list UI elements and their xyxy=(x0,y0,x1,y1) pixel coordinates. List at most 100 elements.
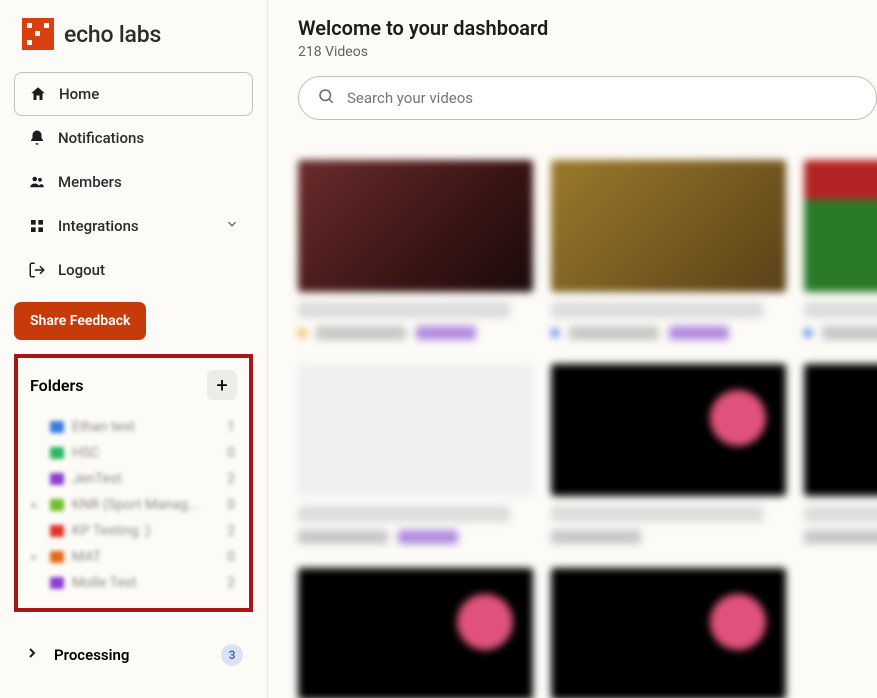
folders-title: Folders xyxy=(30,376,83,395)
nav-notifications-label: Notifications xyxy=(58,129,144,147)
video-badge xyxy=(398,530,458,544)
members-icon xyxy=(28,173,46,191)
video-title xyxy=(804,302,877,318)
video-thumbnail xyxy=(298,160,533,292)
video-meta xyxy=(298,326,533,340)
folder-item[interactable]: KP Testing :) 2 xyxy=(30,518,237,544)
sidebar: echo labs Home Notifications Members Int… xyxy=(0,0,268,698)
video-card[interactable] xyxy=(804,160,877,340)
folder-item[interactable]: Molle Test 2 xyxy=(30,570,237,596)
nav-logout[interactable]: Logout xyxy=(14,248,253,292)
nav-notifications[interactable]: Notifications xyxy=(14,116,253,160)
nav-home-label: Home xyxy=(59,85,99,103)
video-card[interactable] xyxy=(551,364,786,544)
folder-count: 0 xyxy=(227,549,235,565)
nav-integrations-label: Integrations xyxy=(58,217,139,235)
video-thumbnail xyxy=(298,568,533,698)
video-meta xyxy=(804,326,877,340)
nav-home[interactable]: Home xyxy=(14,72,253,116)
video-meta xyxy=(551,530,786,544)
search-bar[interactable] xyxy=(298,76,877,120)
folders-list: Ethan test 1 HSC 0 JenTest 2 ▸ KNR (Spor… xyxy=(30,414,237,596)
video-grid xyxy=(298,160,877,698)
folder-name: HSC xyxy=(72,445,99,461)
folder-count: 2 xyxy=(227,575,235,591)
video-card[interactable] xyxy=(298,364,533,544)
processing-count-badge: 3 xyxy=(221,644,243,666)
video-card[interactable] xyxy=(551,568,786,698)
folder-name: Ethan test xyxy=(72,419,135,435)
status-dot-icon xyxy=(298,329,306,337)
folder-item[interactable]: ▸ MAT 0 xyxy=(30,544,237,570)
main-content: Welcome to your dashboard 218 Videos xyxy=(268,0,877,698)
video-thumbnail xyxy=(804,160,877,292)
folders-header: Folders + xyxy=(30,370,237,400)
folder-item[interactable]: JenTest 2 xyxy=(30,466,237,492)
folder-icon xyxy=(50,577,64,589)
nav-members-label: Members xyxy=(58,173,122,191)
brand-icon xyxy=(22,18,54,50)
video-card[interactable] xyxy=(298,568,533,698)
video-thumbnail xyxy=(804,364,877,496)
folder-name: KNR (Sport Manag... xyxy=(72,497,199,513)
processing-row[interactable]: Processing 3 xyxy=(14,630,253,680)
folder-icon xyxy=(50,447,64,459)
share-feedback-button[interactable]: Share Feedback xyxy=(14,302,146,340)
caret-icon: ▸ xyxy=(32,552,42,563)
processing-label: Processing xyxy=(54,646,129,664)
folder-item[interactable]: Ethan test 1 xyxy=(30,414,237,440)
folder-count: 2 xyxy=(227,471,235,487)
folder-count: 2 xyxy=(227,523,235,539)
folder-count: 1 xyxy=(227,419,235,435)
folder-name: JenTest xyxy=(72,471,122,487)
video-thumbnail xyxy=(551,364,786,496)
video-thumbnail xyxy=(298,364,533,496)
folder-item[interactable]: HSC 0 xyxy=(30,440,237,466)
folder-icon xyxy=(50,421,64,433)
folder-name: KP Testing :) xyxy=(72,523,150,539)
status-dot-icon xyxy=(804,329,812,337)
brand-name: echo labs xyxy=(64,21,161,48)
folders-panel: Folders + Ethan test 1 HSC 0 JenTest 2 ▸… xyxy=(14,354,253,612)
folder-name: Molle Test xyxy=(72,575,137,591)
nav-logout-label: Logout xyxy=(58,261,105,279)
plus-icon: + xyxy=(216,373,227,397)
grid-icon xyxy=(28,217,46,235)
video-thumbnail xyxy=(551,160,786,292)
video-meta xyxy=(551,326,786,340)
folder-name: MAT xyxy=(72,549,101,565)
video-card[interactable] xyxy=(551,160,786,340)
video-title xyxy=(298,506,510,522)
add-folder-button[interactable]: + xyxy=(207,370,237,400)
page-title: Welcome to your dashboard xyxy=(298,16,877,40)
video-status xyxy=(316,326,406,340)
folder-count: 0 xyxy=(227,445,235,461)
video-badge xyxy=(416,326,476,340)
video-badge xyxy=(669,326,729,340)
video-card[interactable] xyxy=(804,364,877,544)
caret-icon: ▸ xyxy=(32,500,42,511)
home-icon xyxy=(29,85,47,103)
video-count: 218 Videos xyxy=(298,44,877,60)
video-meta xyxy=(298,530,533,544)
search-input[interactable] xyxy=(347,89,858,107)
video-meta xyxy=(804,530,877,544)
video-card[interactable] xyxy=(298,160,533,340)
chevron-down-icon xyxy=(225,217,239,235)
video-title xyxy=(551,302,763,318)
video-status xyxy=(822,326,877,340)
folder-count: 0 xyxy=(227,497,235,513)
folder-icon xyxy=(50,525,64,537)
search-icon xyxy=(317,87,335,109)
nav-members[interactable]: Members xyxy=(14,160,253,204)
video-title xyxy=(551,506,763,522)
video-title xyxy=(804,506,877,522)
folder-icon xyxy=(50,499,64,511)
folder-item[interactable]: ▸ KNR (Sport Manag... 0 xyxy=(30,492,237,518)
status-dot-icon xyxy=(551,329,559,337)
video-thumbnail xyxy=(551,568,786,698)
video-status xyxy=(551,530,641,544)
nav-integrations[interactable]: Integrations xyxy=(14,204,253,248)
bell-icon xyxy=(28,129,46,147)
video-status xyxy=(298,530,388,544)
